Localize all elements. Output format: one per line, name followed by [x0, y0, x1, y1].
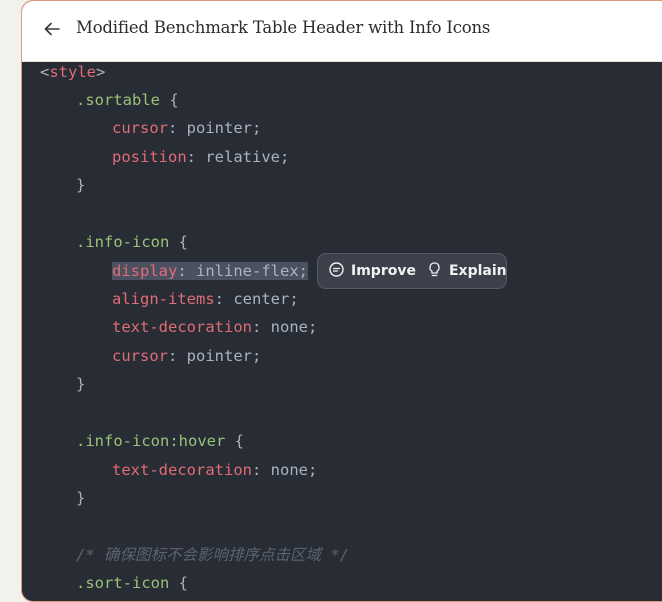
- code-line: }: [76, 489, 86, 507]
- artifact-title: Modified Benchmark Table Header with Inf…: [76, 18, 491, 37]
- code-line: position: relative;: [112, 148, 290, 166]
- code-line: <style>: [40, 63, 106, 81]
- code-artifact-panel: Modified Benchmark Table Header with Inf…: [21, 0, 662, 602]
- code-line: .sortable {: [76, 91, 179, 109]
- back-button[interactable]: [40, 19, 64, 43]
- code-line: }: [76, 176, 86, 194]
- explain-button[interactable]: Explain: [426, 261, 507, 282]
- arrow-left-icon: [43, 20, 61, 42]
- code-line: .info-icon:hover {: [76, 432, 244, 450]
- code-line: .info-icon {: [76, 233, 188, 251]
- code-line: align-items: center;: [112, 290, 299, 308]
- artifact-header: Modified Benchmark Table Header with Inf…: [22, 1, 662, 62]
- explain-label: Explain: [448, 263, 507, 279]
- code-comment: /* 确保图标不会影响排序点击区域 */: [76, 546, 349, 564]
- code-line: cursor: pointer;: [112, 119, 262, 137]
- code-line-selected: display: inline-flex;: [112, 262, 308, 280]
- improve-button[interactable]: Improve: [328, 261, 416, 282]
- improve-label: Improve: [351, 263, 416, 279]
- code-block[interactable]: <style> .sortable { cursor: pointer; pos…: [22, 61, 662, 601]
- code-line: .sort-icon {: [76, 574, 188, 592]
- code-line: cursor: pointer;: [112, 347, 262, 365]
- code-line: text-decoration: none;: [112, 318, 318, 336]
- code-line: text-decoration: none;: [112, 461, 318, 479]
- chat-bubble-icon: [328, 261, 345, 282]
- code-line: }: [76, 375, 86, 393]
- lightbulb-icon: [426, 261, 443, 282]
- selection-action-popup: Improve Explain: [317, 253, 507, 289]
